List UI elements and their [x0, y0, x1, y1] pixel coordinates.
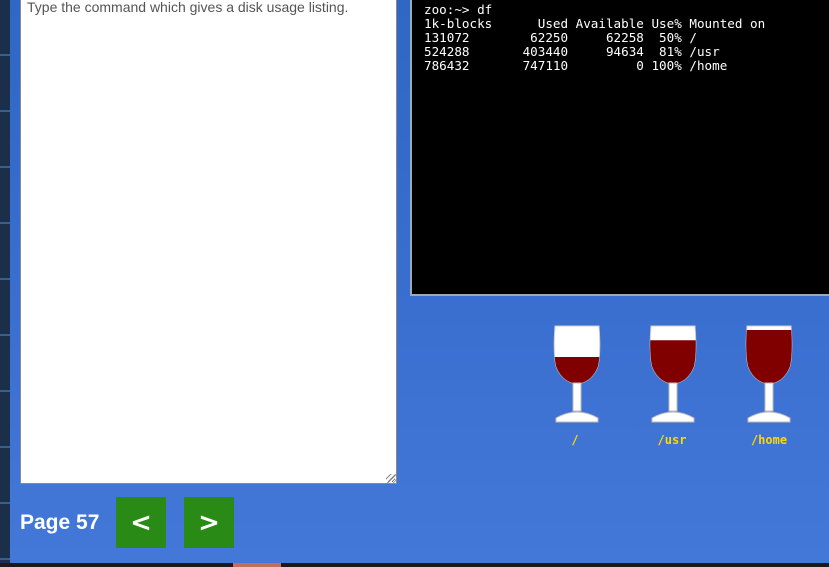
- left-edge-strip: [0, 0, 10, 567]
- terminal-line: 1k-blocks Used Available Use% Mounted on: [424, 16, 766, 31]
- terminal-line: zoo:~> df: [424, 2, 493, 17]
- bottom-bar: [0, 563, 829, 567]
- terminal-line: 524288 403440 94634 81% /usr: [424, 44, 720, 59]
- terminal-line: 131072 62250 62258 50% /: [424, 30, 697, 45]
- wine-glass-icon: [745, 325, 793, 423]
- terminal-window: zoo:~> df 1k-blocks Used Available Use% …: [410, 0, 829, 296]
- page-number-label: Page 57: [20, 511, 100, 534]
- wine-glass-icon: [553, 325, 601, 423]
- next-page-button[interactable]: >: [184, 497, 234, 548]
- terminal-output: zoo:~> df 1k-blocks Used Available Use% …: [424, 3, 829, 73]
- previous-page-button[interactable]: <: [116, 497, 166, 548]
- glass-label-root: /: [571, 433, 579, 447]
- answer-textarea[interactable]: Type the command which gives a disk usag…: [20, 0, 397, 484]
- glass-label-home: /home: [750, 433, 788, 447]
- taskbar-indicator: [233, 563, 281, 567]
- terminal-line: 786432 747110 0 100% /home: [424, 58, 728, 73]
- glass-label-usr: /usr: [657, 433, 687, 447]
- wine-glass-icon: [649, 325, 697, 423]
